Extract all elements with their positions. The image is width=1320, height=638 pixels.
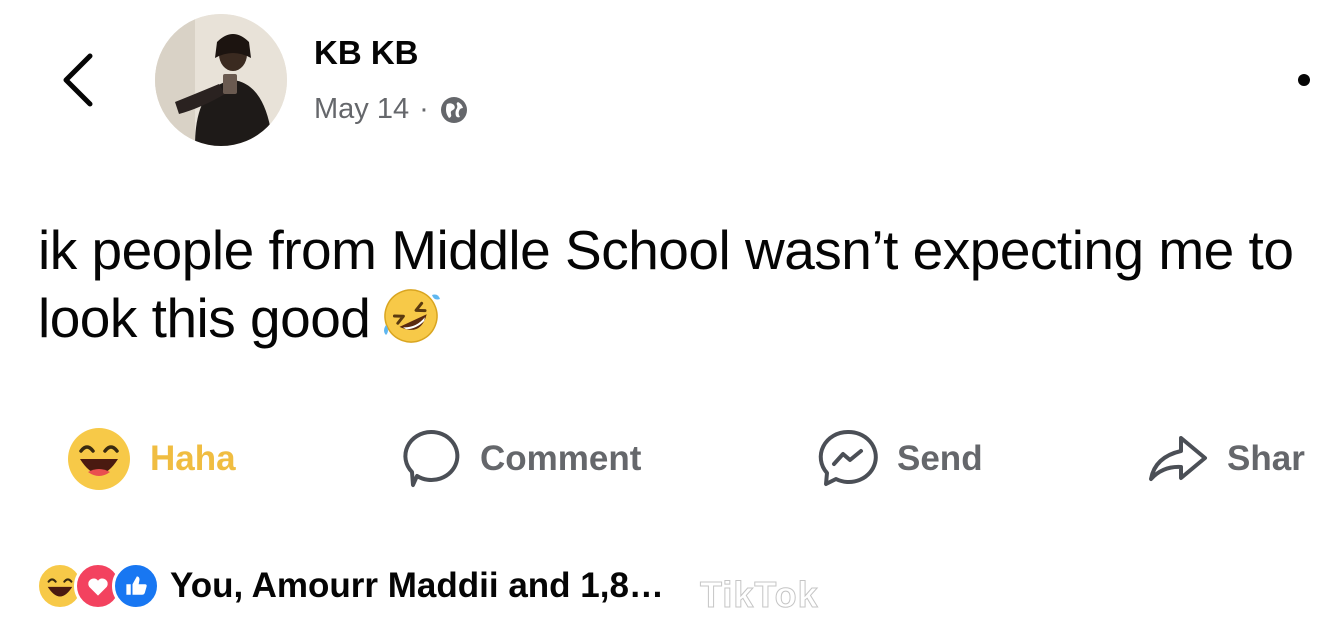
- haha-icon: [68, 428, 130, 490]
- share-label: Shar: [1227, 439, 1305, 478]
- chevron-left-icon: [63, 53, 93, 107]
- comment-icon: [403, 429, 460, 487]
- meta-separator: ·: [419, 93, 429, 125]
- reactions-summary[interactable]: You, Amourr Maddii and 1,8…: [36, 562, 664, 610]
- rolling-on-floor-laughing-emoji: [384, 289, 441, 343]
- comment-label: Comment: [480, 439, 642, 478]
- globe-icon: [440, 96, 467, 123]
- share-button[interactable]: Shar: [1145, 426, 1305, 492]
- haha-label: Haha: [150, 439, 236, 478]
- send-button[interactable]: Send: [815, 426, 983, 492]
- post-date[interactable]: May 14: [314, 93, 409, 126]
- avatar[interactable]: [155, 14, 287, 146]
- comment-button[interactable]: Comment: [398, 426, 641, 492]
- more-options-button[interactable]: [1296, 68, 1320, 92]
- watermark-text: TikTok: [700, 574, 819, 616]
- post-meta: May 14 ·: [314, 93, 469, 126]
- haha-reaction-button[interactable]: Haha: [66, 426, 236, 492]
- send-label: Send: [897, 439, 983, 478]
- back-button[interactable]: [58, 50, 98, 110]
- watermark: TikTok: [700, 568, 819, 622]
- post-body: ik people from Middle School wasn’t expe…: [38, 219, 1294, 349]
- avatar-photo: [155, 14, 287, 146]
- more-dots-icon: [1298, 74, 1310, 86]
- share-icon: [1149, 436, 1207, 481]
- like-icon: [112, 562, 160, 610]
- messenger-icon: [818, 429, 878, 486]
- reaction-icons: [36, 562, 160, 610]
- reactions-text: You, Amourr Maddii and 1,8…: [170, 566, 664, 605]
- author-name[interactable]: KB KB: [314, 34, 419, 72]
- post-text: ik people from Middle School wasn’t expe…: [38, 216, 1308, 352]
